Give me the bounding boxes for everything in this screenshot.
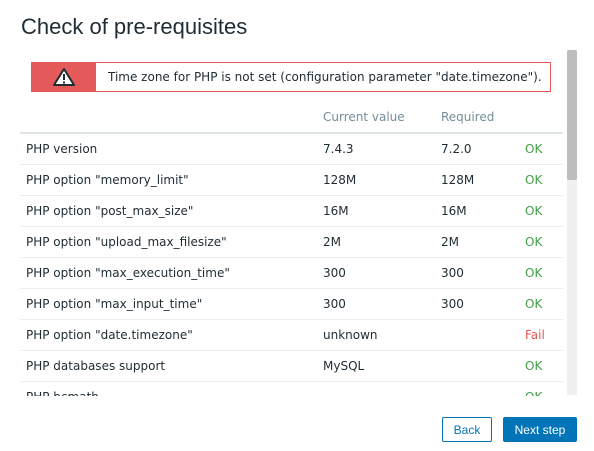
table-row: PHP option "post_max_size" 16M 16M OK xyxy=(20,195,563,227)
required-value xyxy=(441,350,525,382)
back-button[interactable]: Back xyxy=(442,417,492,442)
status-ok: OK xyxy=(525,381,563,396)
status-fail: Fail xyxy=(525,319,563,351)
requirement-name: PHP option "date.timezone" xyxy=(20,319,323,351)
current-value: 300 xyxy=(323,288,441,320)
required-value xyxy=(441,319,525,351)
alert-icon-box xyxy=(32,63,96,91)
header-status xyxy=(525,102,563,134)
required-value xyxy=(441,381,525,396)
requirement-name: PHP option "upload_max_filesize" xyxy=(20,226,323,258)
header-required: Required xyxy=(441,102,525,134)
header-current-value: Current value xyxy=(323,102,441,134)
page-title: Check of pre-requisites xyxy=(21,14,248,39)
requirements-panel: Time zone for PHP is not set (configurat… xyxy=(0,48,566,396)
requirement-name: PHP option "max_execution_time" xyxy=(20,257,323,289)
requirement-name: PHP option "post_max_size" xyxy=(20,195,323,227)
requirement-name: PHP databases support xyxy=(20,350,323,382)
requirement-name: PHP option "memory_limit" xyxy=(20,164,323,196)
status-ok: OK xyxy=(525,133,563,165)
current-value: unknown xyxy=(323,319,441,351)
header-name xyxy=(20,102,323,134)
requirement-name: PHP version xyxy=(20,133,323,165)
table-row: PHP option "max_input_time" 300 300 OK xyxy=(20,288,563,320)
table-row: PHP option "upload_max_filesize" 2M 2M O… xyxy=(20,226,563,258)
alert-message: Time zone for PHP is not set (configurat… xyxy=(108,70,542,84)
current-value: 16M xyxy=(323,195,441,227)
scrollbar-thumb[interactable] xyxy=(567,50,577,180)
current-value: MySQL xyxy=(323,350,441,382)
required-value: 128M xyxy=(441,164,525,196)
status-ok: OK xyxy=(525,164,563,196)
status-ok: OK xyxy=(525,195,563,227)
required-value: 300 xyxy=(441,257,525,289)
requirement-name: PHP bcmath xyxy=(20,381,323,396)
table-row: PHP option "memory_limit" 128M 128M OK xyxy=(20,164,563,196)
current-value xyxy=(323,381,441,396)
current-value: 7.4.3 xyxy=(323,133,441,165)
current-value: 2M xyxy=(323,226,441,258)
status-ok: OK xyxy=(525,257,563,289)
requirements-table: Current value Required PHP version 7.4.3… xyxy=(20,102,563,396)
current-value: 300 xyxy=(323,257,441,289)
warning-icon xyxy=(53,68,75,86)
table-row: PHP version 7.4.3 7.2.0 OK xyxy=(20,133,563,165)
required-value: 16M xyxy=(441,195,525,227)
table-header-row: Current value Required xyxy=(20,102,563,134)
requirement-name: PHP option "max_input_time" xyxy=(20,288,323,320)
table-row: PHP databases support MySQL OK xyxy=(20,350,563,382)
required-value: 300 xyxy=(441,288,525,320)
required-value: 7.2.0 xyxy=(441,133,525,165)
status-ok: OK xyxy=(525,288,563,320)
status-ok: OK xyxy=(525,350,563,382)
timezone-alert: Time zone for PHP is not set (configurat… xyxy=(31,62,551,92)
table-row: PHP option "max_execution_time" 300 300 … xyxy=(20,257,563,289)
current-value: 128M xyxy=(323,164,441,196)
status-ok: OK xyxy=(525,226,563,258)
next-step-button[interactable]: Next step xyxy=(503,417,577,442)
table-row: PHP option "date.timezone" unknown Fail xyxy=(20,319,563,351)
required-value: 2M xyxy=(441,226,525,258)
vertical-scrollbar[interactable] xyxy=(567,50,577,395)
table-row: PHP bcmath OK xyxy=(20,381,563,396)
